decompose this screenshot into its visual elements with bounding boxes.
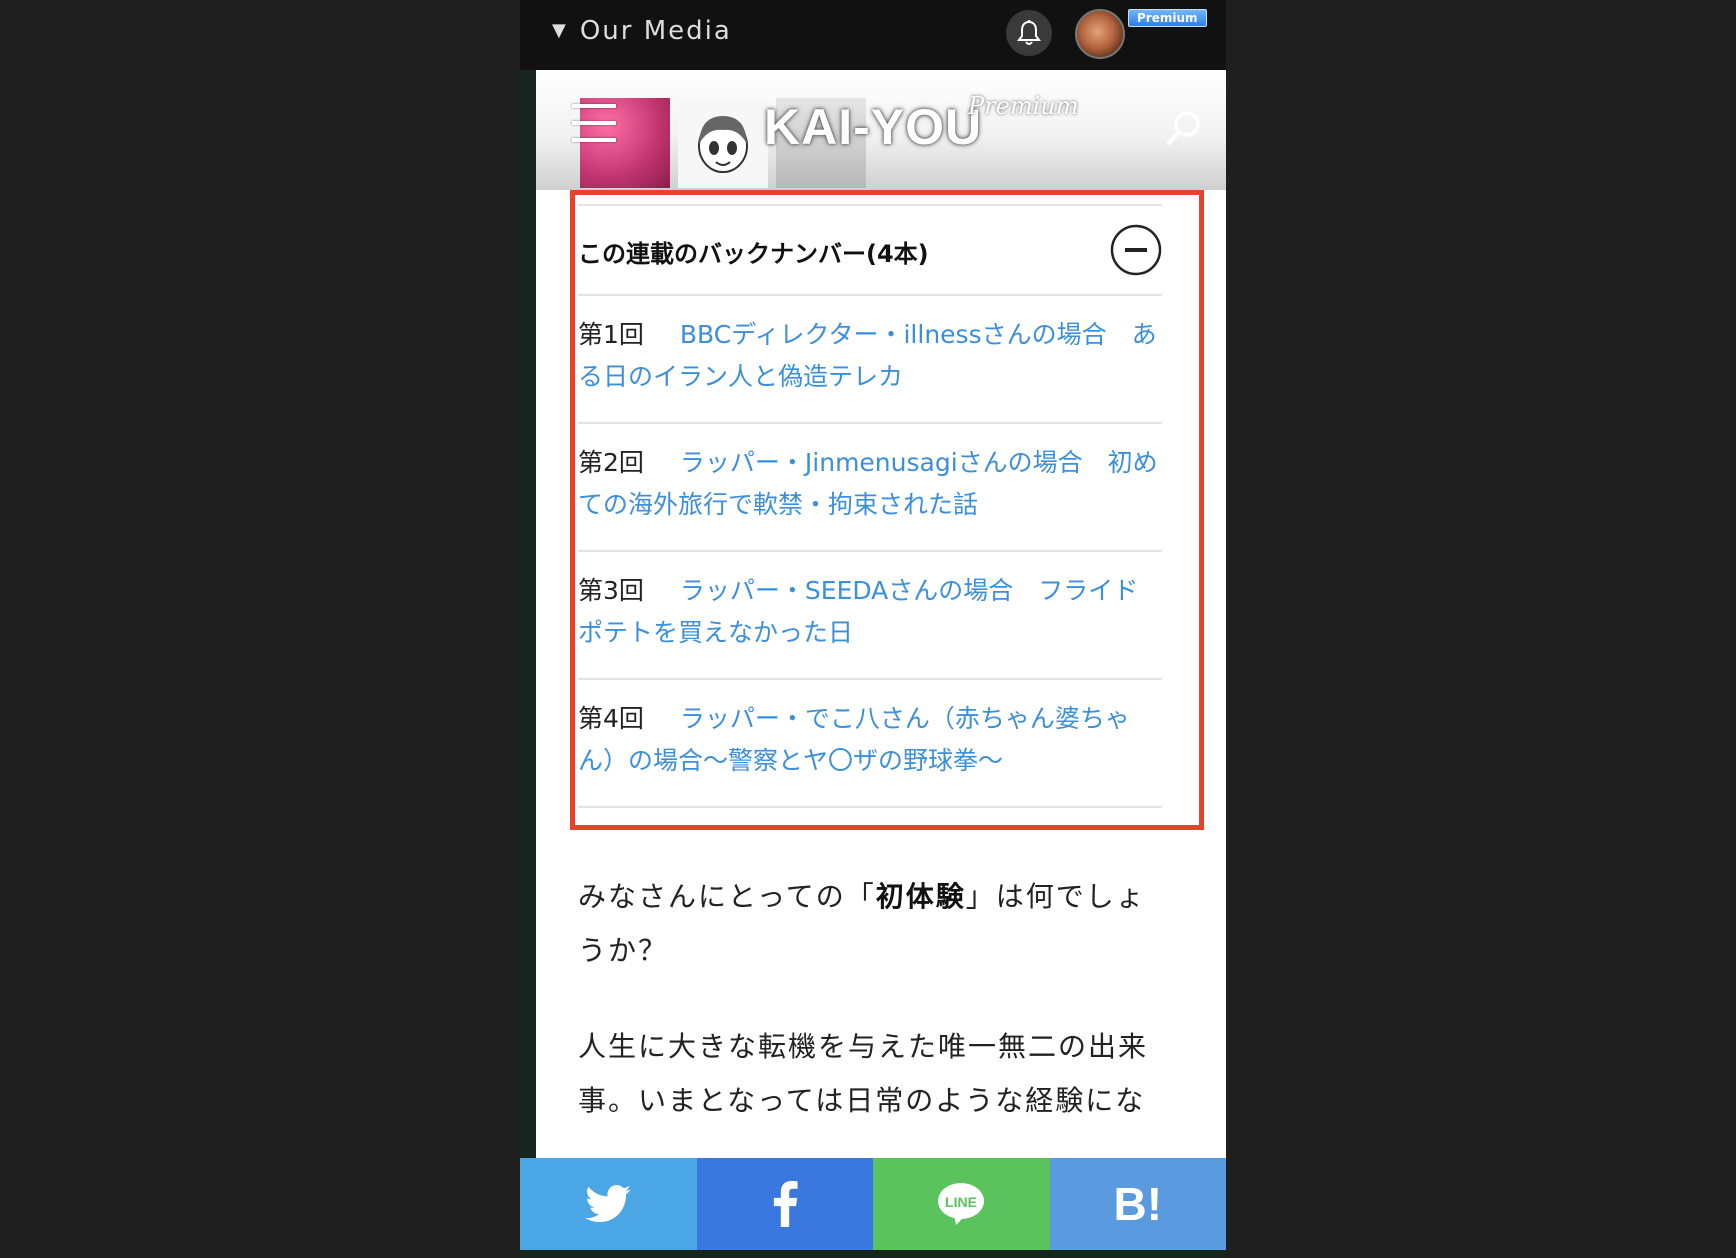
article-paragraph: みなさんにとっての「初体験」は何でしょうか？ <box>578 880 1146 967</box>
episode-link[interactable]: BBCディレクター・illnessさんの場合 ある日のイラン人と偽造テレカ <box>578 320 1157 391</box>
backnumber-header: この連載のバックナンバー(4本) <box>578 206 1162 296</box>
backnumber-list: この連載のバックナンバー(4本) 第1回 BBCディレクター・illnessさんの… <box>578 204 1162 808</box>
article-body: みなさんにとっての「初体験」は何でしょうか？ 人生に大きな転機を与えた唯一無二の… <box>578 870 1168 1170</box>
top-bar: ▼ Our Media Premium <box>520 0 1226 70</box>
article-content: この連載のバックナンバー(4本) 第1回 BBCディレクター・illnessさんの… <box>536 190 1226 1190</box>
user-avatar[interactable] <box>1075 9 1125 59</box>
twitter-share-button[interactable] <box>520 1158 697 1250</box>
our-media-toggle[interactable]: ▼ Our Media <box>552 16 732 46</box>
hatena-icon: B! <box>1113 1178 1163 1230</box>
episode-link[interactable]: ラッパー・でこ八さん（赤ちゃん婆ちゃん）の場合〜警察とヤ〇ザの野球拳〜 <box>578 704 1130 775</box>
hamburger-icon <box>572 104 616 108</box>
episode-item: 第2回 ラッパー・Jinmenusagiさんの場合 初めての海外旅行で軟禁・拘束さ… <box>578 424 1162 552</box>
menu-button[interactable] <box>572 104 616 152</box>
twitter-icon <box>585 1185 632 1223</box>
episode-link[interactable]: ラッパー・Jinmenusagiさんの場合 初めての海外旅行で軟禁・拘束された話 <box>578 448 1158 519</box>
episode-number: 第4回 <box>578 704 644 733</box>
share-bar: LINE B! <box>520 1158 1226 1250</box>
triangle-down-icon: ▼ <box>552 20 568 41</box>
line-share-button[interactable]: LINE <box>873 1158 1050 1250</box>
search-button[interactable] <box>1164 108 1204 148</box>
line-icon: LINE <box>938 1183 985 1225</box>
episode-number: 第3回 <box>578 576 644 605</box>
minus-circle-icon <box>1110 224 1162 276</box>
site-header: KAI-YOU Premium <box>536 70 1226 190</box>
episode-item: 第1回 BBCディレクター・illnessさんの場合 ある日のイラン人と偽造テレカ <box>578 296 1162 424</box>
article-paragraph: 人生に大きな転機を与えた唯一無二の出来事。いまとなっては日常のような経験にな <box>578 1030 1149 1117</box>
thumbnail-image <box>678 98 768 188</box>
svg-text:LINE: LINE <box>945 1194 977 1210</box>
article-bold-text: 初体験 <box>875 880 966 913</box>
mobile-viewport: ▼ Our Media Premium KAI-YOU Premium この連載… <box>520 0 1226 1258</box>
bell-icon <box>1017 20 1041 45</box>
episode-link[interactable]: ラッパー・SEEDAさんの場合 フライドポテトを買えなかった日 <box>578 576 1138 647</box>
backnumber-title: この連載のバックナンバー(4本) <box>578 240 929 268</box>
search-icon <box>1167 111 1200 145</box>
facebook-icon <box>773 1181 798 1227</box>
facebook-share-button[interactable] <box>696 1158 873 1250</box>
episode-item: 第4回 ラッパー・でこ八さん（赤ちゃん婆ちゃん）の場合〜警察とヤ〇ザの野球拳〜 <box>578 680 1162 808</box>
hatena-share-button[interactable]: B! <box>1049 1158 1226 1250</box>
episode-number: 第2回 <box>578 448 644 477</box>
premium-badge: Premium <box>1128 9 1207 27</box>
collapse-button[interactable] <box>1110 224 1162 276</box>
logo-premium-suffix: Premium <box>968 92 1079 120</box>
site-logo[interactable]: KAI-YOU <box>764 98 982 156</box>
episode-item: 第3回 ラッパー・SEEDAさんの場合 フライドポテトを買えなかった日 <box>578 552 1162 680</box>
notification-button[interactable] <box>1006 10 1052 56</box>
episode-number: 第1回 <box>578 320 644 349</box>
our-media-label: Our Media <box>579 16 732 46</box>
